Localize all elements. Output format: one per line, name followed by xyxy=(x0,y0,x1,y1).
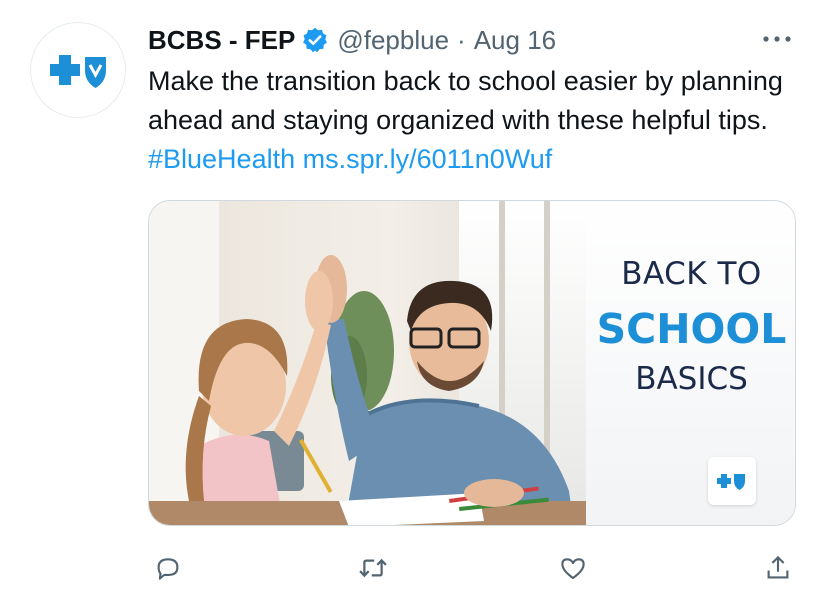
avatar[interactable] xyxy=(30,22,126,118)
author-name[interactable]: BCBS - FEP xyxy=(148,25,295,56)
tweet-date[interactable]: Aug 16 xyxy=(474,25,556,56)
share-icon xyxy=(767,555,789,579)
share-button[interactable] xyxy=(758,548,798,588)
retweet-button[interactable] xyxy=(353,548,393,588)
promo-logo xyxy=(708,457,756,505)
tweet-actions xyxy=(148,548,798,588)
url-link[interactable]: ms.spr.ly/6011n0Wuf xyxy=(303,144,553,174)
promo-line-1: BACK TO xyxy=(621,256,762,292)
heart-icon xyxy=(561,558,585,580)
author-handle[interactable]: @fepblue xyxy=(337,25,449,56)
like-button[interactable] xyxy=(553,548,593,588)
tweet-header: BCBS - FEP @fepblue · Aug 16 xyxy=(148,22,556,58)
bcbs-logo-icon xyxy=(717,474,745,490)
tweet-media[interactable]: BACK TO SCHOOL BASICS xyxy=(148,200,796,526)
more-options-icon xyxy=(763,36,791,42)
tweet-text: Make the transition back to school easie… xyxy=(148,62,788,179)
hashtag-link[interactable]: #BlueHealth xyxy=(148,144,295,174)
promo-line-2: SCHOOL xyxy=(596,305,787,353)
promo-line-3: BASICS xyxy=(635,361,748,397)
tweet-body: Make the transition back to school easie… xyxy=(148,66,783,135)
verified-badge-icon xyxy=(303,27,328,53)
separator: · xyxy=(457,24,466,55)
reply-icon xyxy=(157,558,179,580)
reply-button[interactable] xyxy=(148,548,188,588)
father-daughter-high-five-photo xyxy=(149,201,586,525)
bcbs-logo-icon xyxy=(50,55,106,88)
retweet-icon xyxy=(359,558,387,578)
promo-panel: BACK TO SCHOOL BASICS xyxy=(586,201,795,525)
more-options-button[interactable] xyxy=(760,26,794,52)
